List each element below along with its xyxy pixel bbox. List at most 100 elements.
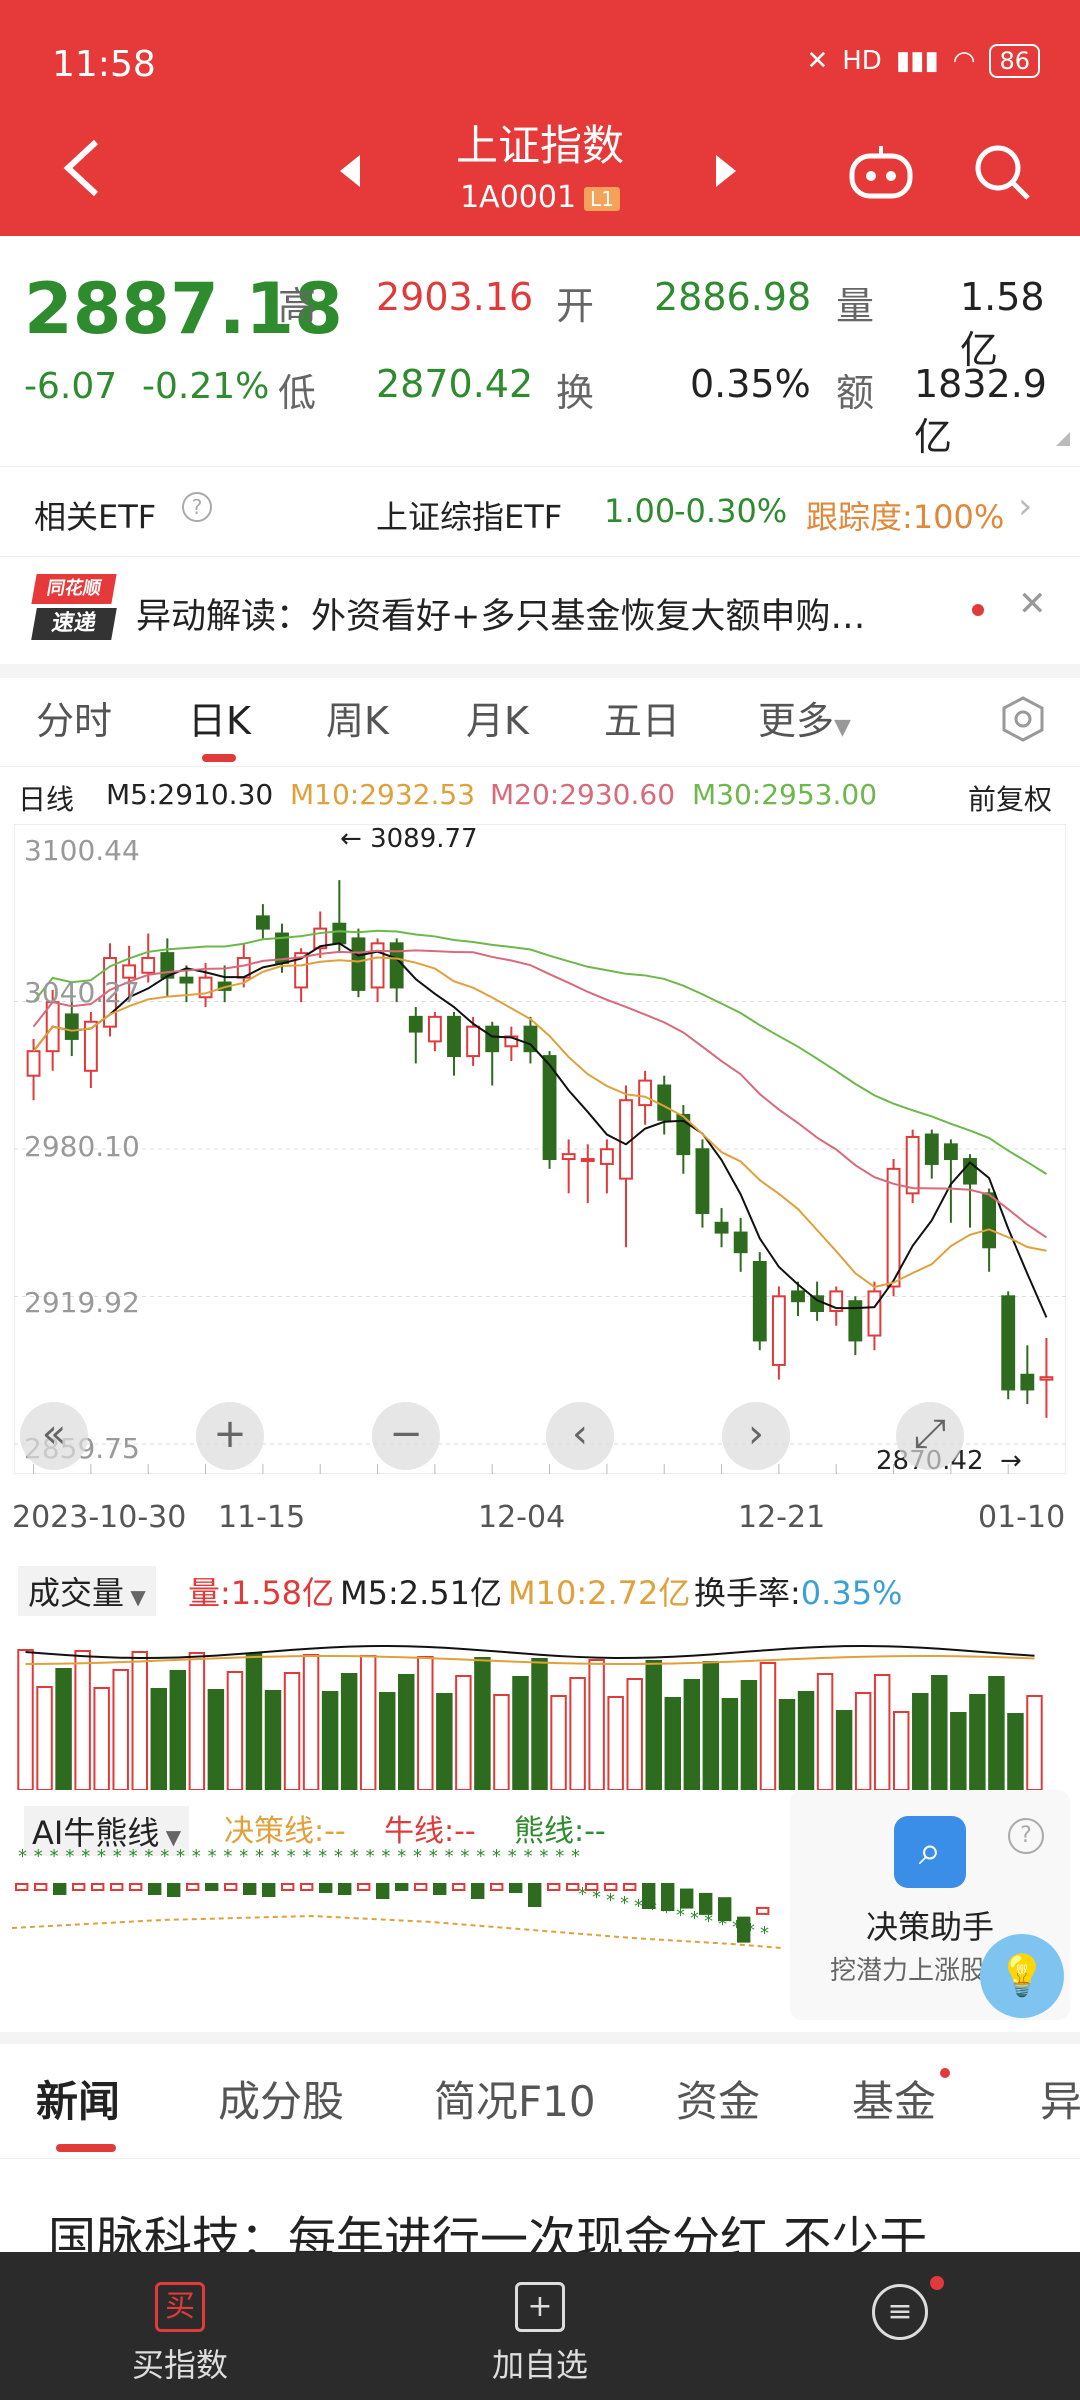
amount-label: 额 (836, 371, 875, 415)
turnover-rate-value: 0.35% (800, 1574, 903, 1612)
ai-candle (262, 1883, 276, 1897)
robot-icon[interactable] (846, 142, 916, 202)
high-value: 2903.16 (376, 275, 534, 319)
bear-signal-dot: * (34, 1846, 43, 1867)
settings-icon[interactable] (1000, 696, 1046, 742)
bear-signal-dot: * (690, 1908, 699, 1929)
bear-signal-dot: * (255, 1846, 264, 1867)
tab-more[interactable]: 更多▼ (758, 690, 851, 745)
index-code: 1A0001 L1 (0, 180, 1080, 215)
help-icon[interactable]: ? (182, 492, 212, 522)
volume-bar (340, 1673, 358, 1790)
candle (791, 1290, 805, 1303)
adjust-label[interactable]: 前复权 (968, 778, 1052, 818)
bear-signal-dot: * (492, 1846, 501, 1867)
scroll-left-icon[interactable]: ‹ (546, 1402, 614, 1470)
x-tick-4: 12-21 (738, 1500, 826, 1535)
bear-signal-dot: * (524, 1846, 533, 1867)
low-value: 2870.42 (376, 362, 534, 406)
news-banner[interactable]: 同花顺 速递 异动解读：外资看好+多只基金恢复大额申购… ✕ (0, 560, 1080, 660)
tab-news[interactable]: 新闻 (36, 2068, 120, 2129)
tab-funds-flow[interactable]: 资金 (676, 2068, 760, 2129)
volume-bar (854, 1692, 872, 1790)
volume-chart[interactable] (6, 1620, 1054, 1790)
logo-top: 同花顺 (31, 574, 117, 604)
tab-weekly-k[interactable]: 周K (326, 690, 389, 745)
bear-signal-dot: * (81, 1846, 90, 1867)
volume-bar (493, 1694, 510, 1790)
turnover-value: 0.35% (690, 362, 811, 406)
ai-bull-bear-chart[interactable]: * * * * * * * * * * * * * * * * * * * * * * * * * * * * * * * * * * * ** * * *… (12, 1844, 782, 2024)
y-tick-2: 3040.27 (24, 976, 140, 1009)
scroll-left-fast-icon[interactable]: « (20, 1402, 88, 1470)
price-change-pct: -0.21% (142, 366, 270, 407)
ai-candle (452, 1883, 466, 1891)
volume-m5: M5:2.51亿 (340, 1574, 503, 1612)
ai-candle (357, 1883, 371, 1891)
help-icon[interactable]: ? (1008, 1818, 1044, 1854)
zoom-in-icon[interactable]: + (196, 1402, 264, 1470)
max-value: 3089.77 (370, 824, 478, 854)
bear-signal-dot: * (620, 1893, 629, 1914)
volume-bar (664, 1697, 682, 1790)
fullscreen-icon[interactable]: ⤢ (896, 1402, 964, 1470)
candle (179, 976, 194, 984)
bear-signal-dot: * (460, 1846, 469, 1867)
volume-bar (607, 1696, 624, 1790)
x-tick-5: 01-10 (978, 1500, 1066, 1535)
open-value: 2886.98 (654, 275, 812, 319)
tab-intraday[interactable]: 分时 (36, 690, 112, 745)
tab-constituents[interactable]: 成分股 (218, 2068, 344, 2129)
bear-signal-dot: * (97, 1846, 106, 1867)
zoom-out-icon[interactable]: − (372, 1402, 440, 1470)
tab-monthly-k[interactable]: 月K (466, 690, 529, 745)
expand-corner-icon[interactable] (1056, 432, 1070, 446)
tab-daily-k[interactable]: 日K (188, 690, 251, 745)
network-label: HD (842, 46, 882, 76)
decision-assistant-card[interactable]: ⌕ ? 决策助手 挖潜力上涨股 💡 (790, 1790, 1070, 2020)
volume-indicator-select[interactable]: 成交量 ▼ (18, 1566, 156, 1616)
plus-icon: + (515, 2282, 565, 2332)
candle (752, 1260, 767, 1342)
bear-signal-dot: * (413, 1846, 422, 1867)
volume-bar (245, 1653, 263, 1790)
ai-candle (167, 1883, 181, 1897)
scroll-right-icon[interactable]: › (722, 1402, 790, 1470)
turnover-rate-title: 换手率: (694, 1574, 801, 1612)
bear-signal-dot: * (760, 1923, 769, 1944)
ai-candle (129, 1883, 143, 1891)
kline-chart[interactable] (14, 824, 1066, 1474)
tab-funds[interactable]: 基金 (852, 2068, 936, 2129)
turnover-rate-label: 换手率:0.35% (694, 1568, 902, 1614)
signal-icon: ▮▮▮ (895, 46, 939, 76)
bear-signal-dot: * (397, 1846, 406, 1867)
search-icon[interactable] (972, 142, 1032, 202)
volume-bar (512, 1676, 529, 1790)
close-icon[interactable]: ✕ (1018, 584, 1047, 624)
volume-bar (112, 1669, 129, 1790)
ai-candle (566, 1883, 580, 1891)
unread-dot (930, 2276, 944, 2290)
volume-bar (378, 1692, 396, 1790)
tab-abnormal[interactable]: 异 (1040, 2068, 1080, 2129)
volume-title: 成交量 (28, 1574, 125, 1612)
news-headline[interactable]: 国脉科技：每年进行一次现金分红 不少于 (48, 2200, 1080, 2252)
volume-bar (169, 1670, 187, 1790)
candle (599, 1148, 614, 1165)
menu-icon[interactable]: ≡ (872, 2284, 928, 2340)
ai-candle (680, 1888, 694, 1909)
lightbulb-icon[interactable]: 💡 (980, 1934, 1064, 2018)
bear-signal-dot: * (429, 1846, 438, 1867)
turnover-label: 换 (556, 371, 595, 415)
amount-value: 1832.9亿 (914, 362, 1047, 459)
tab-five-day[interactable]: 五日 (604, 690, 680, 745)
candle (408, 1015, 423, 1033)
next-index-icon[interactable] (716, 155, 736, 187)
bear-signal-dot: * (381, 1846, 390, 1867)
tab-f10[interactable]: 简况F10 (434, 2068, 596, 2129)
buy-index-button[interactable]: 买 买指数 (60, 2282, 300, 2386)
ai-candle (623, 1883, 637, 1891)
etf-row[interactable]: 相关ETF ? 上证综指ETF 1.00 -0.30% 跟踪度:100% › (0, 468, 1080, 554)
ai-candle (490, 1883, 504, 1891)
add-watchlist-button[interactable]: + 加自选 (420, 2282, 660, 2386)
